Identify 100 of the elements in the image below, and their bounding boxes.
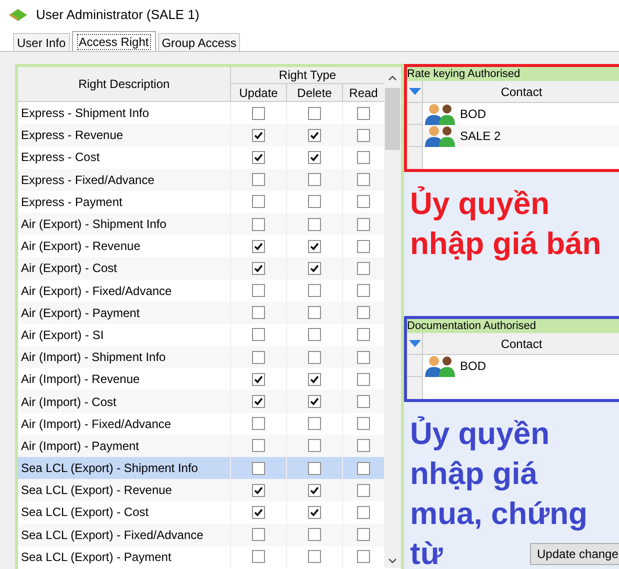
checkbox[interactable] xyxy=(357,106,370,120)
checkbox[interactable] xyxy=(357,550,370,564)
filter-icon[interactable] xyxy=(408,87,422,96)
table-row[interactable]: Air (Import) - Revenue xyxy=(18,368,384,390)
checkbox[interactable] xyxy=(357,528,370,542)
contact-row[interactable]: BOD xyxy=(423,355,619,377)
checkbox[interactable] xyxy=(357,240,370,253)
column-header: Read xyxy=(348,85,379,102)
checkbox[interactable] xyxy=(308,150,321,164)
checkbox[interactable] xyxy=(308,218,321,231)
column-header: Contact xyxy=(500,84,544,100)
table-cell-text: Air (Import) - Cost xyxy=(21,394,116,411)
table-cell-text: Express - Shipment Info xyxy=(21,105,150,122)
checkbox[interactable] xyxy=(252,528,265,542)
checkbox[interactable] xyxy=(357,439,370,452)
checkbox[interactable] xyxy=(357,462,370,475)
checkbox[interactable] xyxy=(252,306,265,320)
checkbox[interactable] xyxy=(308,350,321,364)
scrollbar-thumb[interactable] xyxy=(385,88,400,150)
checkbox[interactable] xyxy=(357,218,370,231)
checkbox[interactable] xyxy=(252,372,265,386)
checkbox[interactable] xyxy=(357,173,370,186)
checkbox[interactable] xyxy=(252,350,265,364)
table-cell-text: Air (Import) - Revenue xyxy=(21,371,140,388)
checkbox[interactable] xyxy=(357,484,370,497)
checkbox[interactable] xyxy=(252,106,265,120)
table-row[interactable]: Sea LCL (Export) - Shipment Info xyxy=(18,457,384,480)
update-button[interactable]: Update change xyxy=(530,543,619,565)
table-cell-text: Air (Export) - Shipment Info xyxy=(21,216,166,234)
table-row[interactable]: Air (Import) - Shipment Info xyxy=(18,346,384,368)
checkbox[interactable] xyxy=(308,550,321,564)
checkbox[interactable] xyxy=(357,395,370,408)
checkbox[interactable] xyxy=(357,506,370,519)
checkbox[interactable] xyxy=(357,195,370,208)
table-row[interactable]: Air (Export) - Cost xyxy=(18,257,384,280)
checkbox[interactable] xyxy=(252,150,265,164)
checkbox[interactable] xyxy=(252,439,265,452)
checkbox[interactable] xyxy=(252,462,265,475)
checkbox[interactable] xyxy=(308,306,321,320)
checkbox[interactable] xyxy=(252,262,265,275)
scroll-down-icon[interactable] xyxy=(388,558,397,564)
checkbox[interactable] xyxy=(252,240,265,253)
checkbox[interactable] xyxy=(357,150,370,164)
checkbox[interactable] xyxy=(308,506,321,519)
scrollbar[interactable] xyxy=(384,67,401,568)
table-row[interactable]: Sea LCL (Export) - Revenue xyxy=(18,479,384,502)
checkbox[interactable] xyxy=(252,328,265,342)
checkbox[interactable] xyxy=(308,395,321,408)
table-row[interactable]: Sea LCL (Export) - Fixed/Advance xyxy=(18,524,384,546)
checkbox[interactable] xyxy=(357,262,370,275)
checkbox[interactable] xyxy=(308,240,321,253)
checkbox[interactable] xyxy=(252,173,265,186)
checkbox[interactable] xyxy=(308,417,321,430)
checkbox[interactable] xyxy=(252,284,265,298)
checkbox[interactable] xyxy=(357,328,370,342)
app-icon xyxy=(8,8,28,22)
checkbox[interactable] xyxy=(308,528,321,542)
checkbox[interactable] xyxy=(252,484,265,497)
checkbox[interactable] xyxy=(252,195,265,208)
checkbox[interactable] xyxy=(252,506,265,519)
checkbox[interactable] xyxy=(357,372,370,386)
checkbox[interactable] xyxy=(252,218,265,231)
annotation-line: từ xyxy=(410,535,443,569)
checkbox[interactable] xyxy=(252,128,265,142)
checkbox[interactable] xyxy=(357,417,370,430)
checkbox[interactable] xyxy=(357,306,370,320)
checkbox[interactable] xyxy=(308,173,321,186)
checkbox[interactable] xyxy=(308,262,321,275)
checkbox[interactable] xyxy=(308,484,321,497)
checkbox[interactable] xyxy=(308,462,321,475)
checkbox[interactable] xyxy=(252,417,265,430)
checkbox[interactable] xyxy=(357,350,370,364)
table-row[interactable]: Air (Export) - Payment xyxy=(18,302,384,324)
checkbox[interactable] xyxy=(308,128,321,142)
checkbox[interactable] xyxy=(308,106,321,120)
table-row[interactable]: Air (Import) - Payment xyxy=(18,434,384,457)
table-row[interactable]: Air (Export) - Shipment Info xyxy=(18,212,384,236)
table-row[interactable]: Express - Fixed/Advance xyxy=(18,168,384,191)
table-row[interactable]: Express - Revenue xyxy=(18,124,384,146)
filter-icon[interactable] xyxy=(408,339,422,348)
table-row[interactable]: Air (Export) - Fixed/Advance xyxy=(18,280,384,302)
checkbox[interactable] xyxy=(252,550,265,564)
checkbox[interactable] xyxy=(308,195,321,208)
checkbox[interactable] xyxy=(308,372,321,386)
checkbox[interactable] xyxy=(357,128,370,142)
checkbox[interactable] xyxy=(252,395,265,408)
table-row[interactable]: Air (Export) - Revenue xyxy=(18,235,384,258)
checkbox[interactable] xyxy=(308,328,321,342)
checkbox[interactable] xyxy=(308,284,321,298)
table-row[interactable]: Air (Import) - Fixed/Advance xyxy=(18,412,384,435)
tab[interactable]: Group Access xyxy=(158,33,240,51)
scroll-up-icon[interactable] xyxy=(388,75,397,81)
checkbox[interactable] xyxy=(308,439,321,452)
contact-row[interactable]: BOD xyxy=(423,103,619,125)
tab[interactable]: User Info xyxy=(13,33,70,51)
annotation-line: nhập giá bán xyxy=(410,225,602,263)
tab[interactable]: Access Right xyxy=(72,31,156,51)
checkbox[interactable] xyxy=(357,284,370,298)
table-cell-text: Air (Export) - Cost xyxy=(21,260,118,278)
table-row[interactable]: Air (Import) - Cost xyxy=(18,390,384,413)
